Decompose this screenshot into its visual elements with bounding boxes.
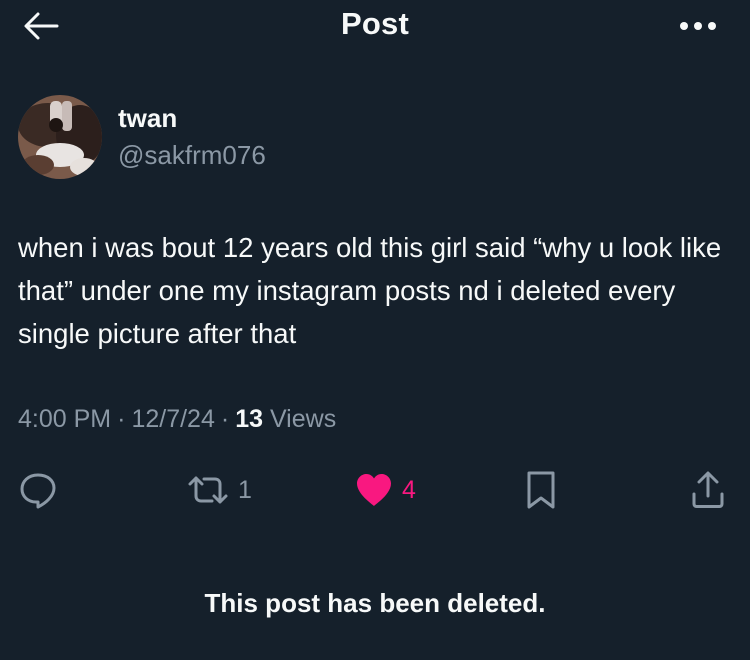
post-date[interactable]: 12/7/24 bbox=[131, 405, 214, 433]
bookmark-icon bbox=[527, 471, 555, 509]
deleted-notice: This post has been deleted. bbox=[204, 588, 546, 618]
heart-filled-icon bbox=[357, 474, 391, 506]
page-title: Post bbox=[341, 6, 409, 41]
repost-icon bbox=[188, 476, 228, 504]
post-meta: 4:00 PM · 12/7/24 · 13 Views bbox=[18, 405, 336, 434]
top-bar: Post bbox=[0, 0, 750, 56]
more-options-button[interactable] bbox=[674, 8, 722, 44]
action-bar: 1 4 bbox=[0, 468, 750, 512]
views-label: Views bbox=[269, 405, 337, 433]
reply-button[interactable] bbox=[18, 468, 58, 512]
views-count: 13 bbox=[235, 405, 263, 433]
repost-count: 1 bbox=[238, 475, 252, 504]
share-button[interactable] bbox=[690, 468, 726, 512]
post-time[interactable]: 4:00 PM bbox=[18, 405, 111, 433]
share-icon bbox=[692, 471, 724, 508]
bookmark-button[interactable] bbox=[524, 468, 558, 512]
reply-icon bbox=[20, 473, 56, 509]
like-count: 4 bbox=[402, 475, 416, 504]
meta-separator: · bbox=[117, 405, 126, 433]
like-button[interactable]: 4 bbox=[354, 468, 416, 512]
avatar[interactable] bbox=[18, 95, 102, 179]
post-text: when i was bout 12 years old this girl s… bbox=[18, 232, 729, 349]
author-name[interactable]: twan bbox=[118, 103, 177, 134]
avatar-image bbox=[18, 95, 102, 179]
more-dots-icon bbox=[680, 22, 716, 30]
repost-button[interactable]: 1 bbox=[186, 468, 252, 512]
post-author: twan @sakfrm076 bbox=[18, 95, 718, 181]
author-handle[interactable]: @sakfrm076 bbox=[118, 140, 266, 171]
meta-separator: · bbox=[220, 405, 230, 433]
